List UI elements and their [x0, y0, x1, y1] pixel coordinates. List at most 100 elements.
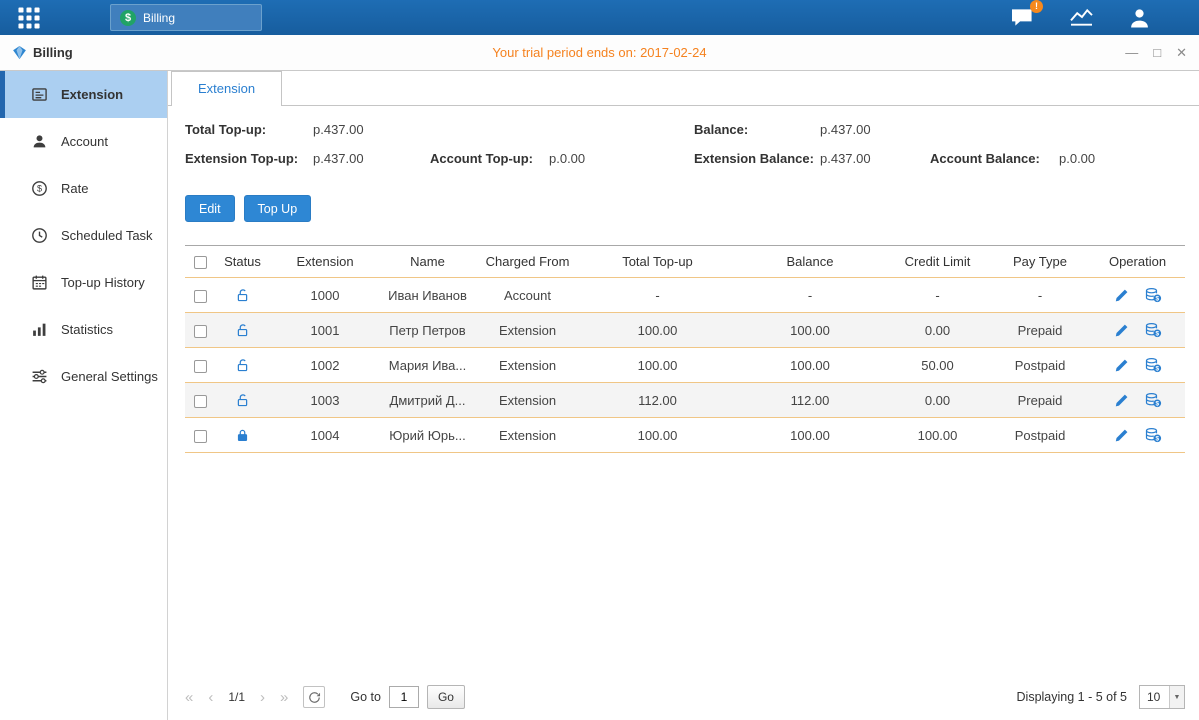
status-locked-icon — [235, 428, 250, 443]
cell-credit-limit: - — [885, 278, 990, 313]
select-all-checkbox[interactable] — [194, 256, 207, 269]
sidebar-item-general-settings[interactable]: General Settings — [0, 353, 167, 400]
billing-logo-icon — [12, 45, 27, 60]
cell-checkbox — [185, 313, 215, 348]
cell-credit-limit: 100.00 — [885, 418, 990, 453]
cell-checkbox — [185, 418, 215, 453]
goto-page-input[interactable] — [389, 686, 419, 708]
app-tab-label: Billing — [143, 11, 175, 25]
cell-credit-limit: 0.00 — [885, 383, 990, 418]
row-checkbox[interactable] — [194, 430, 207, 443]
cell-balance: - — [735, 278, 885, 313]
chat-icon[interactable]: ! — [1010, 7, 1035, 28]
cell-total-topup: 100.00 — [580, 348, 735, 383]
cell-operation — [1090, 348, 1185, 383]
sidebar-item-extension[interactable]: Extension — [0, 71, 167, 118]
balance-label: Balance: — [694, 120, 820, 140]
edit-button[interactable]: Edit — [185, 195, 235, 222]
apps-grid-icon[interactable] — [0, 0, 58, 35]
row-checkbox[interactable] — [194, 325, 207, 338]
cell-balance: 112.00 — [735, 383, 885, 418]
cell-operation — [1090, 383, 1185, 418]
edit-icon[interactable] — [1114, 393, 1129, 408]
cell-extension: 1004 — [270, 418, 380, 453]
total-topup-label: Total Top-up: — [185, 120, 313, 140]
account-balance-label: Account Balance: — [930, 149, 1059, 169]
row-checkbox[interactable] — [194, 360, 207, 373]
row-checkbox[interactable] — [194, 290, 207, 303]
sidebar-item-label: Extension — [61, 87, 123, 102]
cell-operation — [1090, 278, 1185, 313]
table-row: 1004 Юрий Юрь... Extension 100.00 100.00… — [185, 418, 1185, 453]
sidebar-item-label: Scheduled Task — [61, 228, 153, 243]
minimize-button[interactable]: — — [1125, 46, 1138, 59]
page-size-select[interactable]: 10 ▼ — [1139, 685, 1185, 709]
go-button[interactable]: Go — [427, 685, 465, 709]
refresh-button[interactable] — [303, 686, 325, 708]
cell-status — [215, 278, 270, 313]
goto-label: Go to — [350, 690, 381, 704]
cell-total-topup: - — [580, 278, 735, 313]
cell-balance: 100.00 — [735, 418, 885, 453]
cell-checkbox — [185, 278, 215, 313]
sidebar-item-topup-history[interactable]: Top-up History — [0, 259, 167, 306]
topup-icon[interactable] — [1145, 287, 1162, 303]
col-header-charged-from: Charged From — [475, 246, 580, 278]
table-row: 1002 Мария Ива... Extension 100.00 100.0… — [185, 348, 1185, 383]
prev-page-button[interactable]: ‹ — [208, 690, 213, 705]
first-page-button[interactable]: « — [185, 690, 193, 705]
edit-icon[interactable] — [1114, 428, 1129, 443]
page-size-value: 10 — [1140, 690, 1169, 704]
topup-history-icon — [30, 274, 48, 291]
col-header-name: Name — [380, 246, 475, 278]
window-title-group: Billing — [12, 45, 73, 60]
sidebar-item-label: General Settings — [61, 369, 158, 384]
edit-icon[interactable] — [1114, 358, 1129, 373]
sidebar-item-label: Top-up History — [61, 275, 145, 290]
extension-balance-value: p.437.00 — [820, 149, 930, 169]
next-page-button[interactable]: › — [260, 690, 265, 705]
topup-icon[interactable] — [1145, 322, 1162, 338]
col-header-extension: Extension — [270, 246, 380, 278]
account-topup-label: Account Top-up: — [430, 149, 549, 169]
cell-balance: 100.00 — [735, 313, 885, 348]
cell-balance: 100.00 — [735, 348, 885, 383]
cell-checkbox — [185, 348, 215, 383]
maximize-button[interactable]: □ — [1153, 46, 1161, 59]
tab-extension[interactable]: Extension — [171, 71, 282, 106]
sidebar-item-label: Account — [61, 134, 108, 149]
billing-app-tab[interactable]: $ Billing — [110, 4, 262, 31]
window-controls: — □ ✕ — [1125, 46, 1187, 59]
edit-icon[interactable] — [1114, 288, 1129, 303]
row-checkbox[interactable] — [194, 395, 207, 408]
col-header-status: Status — [215, 246, 270, 278]
user-icon[interactable] — [1128, 7, 1151, 28]
status-unlocked-icon — [235, 323, 250, 338]
sidebar-item-rate[interactable]: Rate — [0, 165, 167, 212]
col-header-balance: Balance — [735, 246, 885, 278]
scheduled-task-icon — [30, 227, 48, 244]
sidebar-item-scheduled-task[interactable]: Scheduled Task — [0, 212, 167, 259]
cell-checkbox — [185, 383, 215, 418]
cell-status — [215, 418, 270, 453]
edit-icon[interactable] — [1114, 323, 1129, 338]
sidebar-item-statistics[interactable]: Statistics — [0, 306, 167, 353]
cell-extension: 1002 — [270, 348, 380, 383]
close-button[interactable]: ✕ — [1176, 46, 1187, 59]
refresh-icon — [308, 691, 321, 704]
topup-icon[interactable] — [1145, 427, 1162, 443]
action-buttons: Edit Top Up — [185, 195, 1199, 222]
col-header-pay-type: Pay Type — [990, 246, 1090, 278]
cell-total-topup: 112.00 — [580, 383, 735, 418]
topup-icon[interactable] — [1145, 357, 1162, 373]
cell-name: Мария Ива... — [380, 348, 475, 383]
cell-name: Дмитрий Д... — [380, 383, 475, 418]
main-content: Extension Total Top-up: p.437.00 Balance… — [168, 71, 1199, 720]
cell-total-topup: 100.00 — [580, 418, 735, 453]
top-up-button[interactable]: Top Up — [244, 195, 312, 222]
cell-pay-type: Postpaid — [990, 348, 1090, 383]
last-page-button[interactable]: » — [280, 690, 288, 705]
stats-chart-icon[interactable] — [1069, 7, 1094, 28]
sidebar-item-account[interactable]: Account — [0, 118, 167, 165]
topup-icon[interactable] — [1145, 392, 1162, 408]
